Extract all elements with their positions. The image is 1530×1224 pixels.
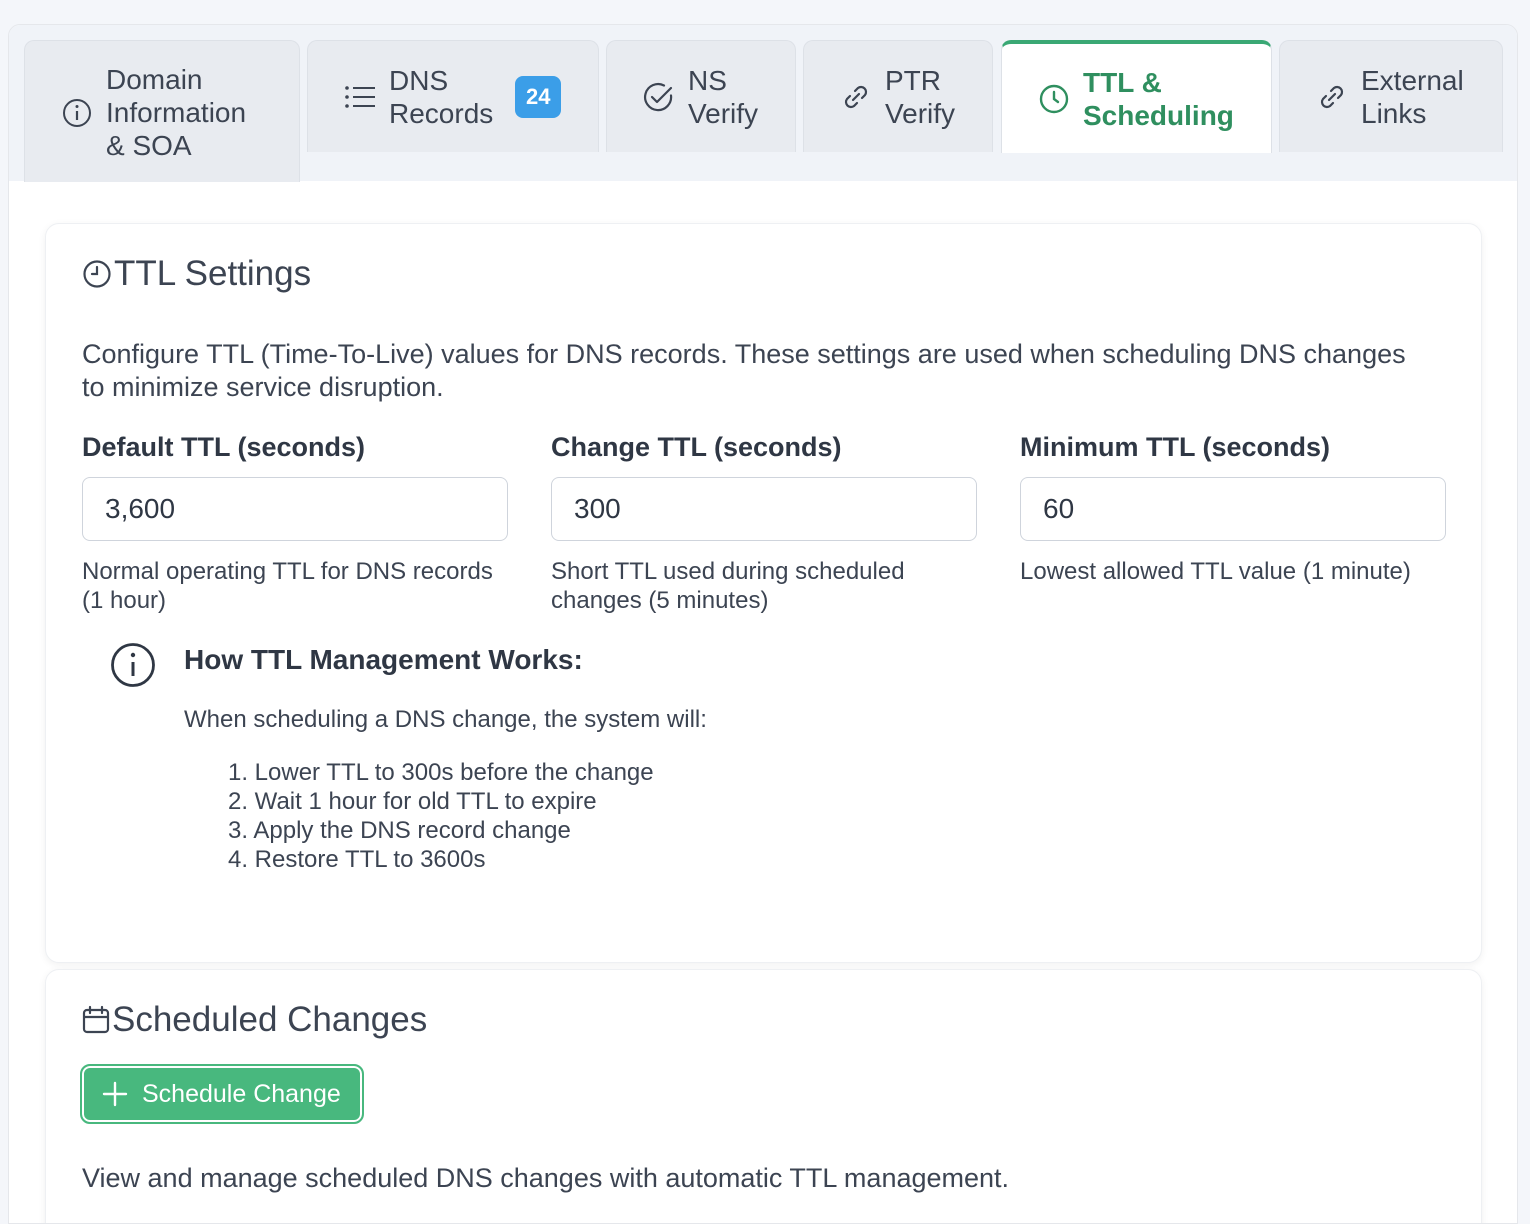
scheduled-changes-title-text: Scheduled Changes — [112, 1000, 428, 1039]
plus-icon — [102, 1081, 128, 1107]
list-item: 2. Wait 1 hour for old TTL to expire — [228, 788, 597, 815]
tab-label-line: DNS — [389, 64, 449, 96]
info-steps-list: 1. Lower TTL to 300s before the change 2… — [228, 758, 654, 874]
tab-label-line: Records — [389, 97, 494, 129]
clock-icon — [82, 259, 114, 289]
schedule-change-button-label: Schedule Change — [142, 1079, 341, 1108]
clock-icon — [1038, 83, 1070, 115]
list-icon — [344, 81, 376, 113]
scheduled-changes-description: View and manage scheduled DNS changes wi… — [82, 1163, 1010, 1193]
info-icon — [110, 642, 156, 693]
tab-label-line: External — [1361, 64, 1464, 96]
calendar-icon — [82, 1005, 112, 1035]
ttl-settings-title: TTL Settings — [82, 254, 311, 294]
ttl-settings-card: TTL Settings Configure TTL (Time-To-Live… — [45, 223, 1482, 963]
change-ttl-label: Change TTL (seconds) — [551, 432, 842, 462]
list-item: 4. Restore TTL to 3600s — [228, 846, 486, 873]
main-panel: Domain Information & SOA DNS Records 24 … — [8, 24, 1518, 1224]
tab-ttl-scheduling[interactable]: TTL & Scheduling — [1001, 40, 1272, 153]
ttl-settings-title-text: TTL Settings — [114, 254, 312, 293]
tab-label-line: Verify — [885, 97, 956, 129]
default-ttl-field: Default TTL (seconds) Normal operating T… — [82, 432, 508, 615]
link-icon — [840, 81, 872, 113]
scheduled-changes-title: Scheduled Changes — [82, 1000, 427, 1040]
tab-ns-verify[interactable]: NS Verify — [606, 40, 796, 152]
link-icon — [1316, 81, 1348, 113]
tab-domain-information[interactable]: Domain Information & SOA — [24, 40, 300, 182]
default-ttl-label: Default TTL (seconds) — [82, 432, 366, 462]
minimum-ttl-input[interactable] — [1020, 477, 1446, 541]
tab-label-line: Verify — [688, 97, 759, 129]
minimum-ttl-field: Minimum TTL (seconds) Lowest allowed TTL… — [1020, 432, 1446, 586]
tab-label-line: & SOA — [106, 130, 192, 161]
info-intro: When scheduling a DNS change, the system… — [184, 706, 707, 733]
dns-records-count-badge: 24 — [515, 75, 562, 118]
default-ttl-help: Normal operating TTL for DNS records (1 … — [82, 558, 493, 614]
minimum-ttl-help: Lowest allowed TTL value (1 minute) — [1020, 558, 1411, 585]
check-circle-icon — [643, 81, 675, 113]
tab-label-line: Scheduling — [1083, 99, 1234, 131]
change-ttl-input[interactable] — [551, 477, 977, 541]
tab-bar: Domain Information & SOA DNS Records 24 … — [9, 25, 1517, 182]
minimum-ttl-label: Minimum TTL (seconds) — [1020, 432, 1331, 462]
info-icon — [61, 97, 93, 129]
scheduled-changes-card: Scheduled Changes Schedule Change View a… — [45, 969, 1482, 1223]
ttl-settings-description: Configure TTL (Time-To-Live) values for … — [82, 339, 1406, 402]
tab-label-line: Links — [1361, 97, 1427, 129]
change-ttl-help: Short TTL used during scheduled changes … — [551, 558, 905, 614]
tab-ptr-verify[interactable]: PTR Verify — [803, 40, 993, 152]
tab-label-line: Domain — [106, 64, 203, 95]
tab-label-line: NS — [688, 64, 727, 96]
info-title: How TTL Management Works: — [184, 644, 583, 675]
change-ttl-field: Change TTL (seconds) Short TTL used duri… — [551, 432, 977, 615]
list-item: 1. Lower TTL to 300s before the change — [228, 759, 654, 786]
tab-external-links[interactable]: External Links — [1279, 40, 1503, 152]
schedule-change-button[interactable]: Schedule Change — [80, 1064, 364, 1124]
default-ttl-input[interactable] — [82, 477, 508, 541]
list-item: 3. Apply the DNS record change — [228, 817, 571, 844]
tab-label-line: Information — [106, 97, 247, 128]
tab-label-line: PTR — [885, 64, 941, 96]
tab-label-line: TTL & — [1083, 66, 1162, 98]
tab-dns-records[interactable]: DNS Records 24 — [307, 40, 599, 152]
